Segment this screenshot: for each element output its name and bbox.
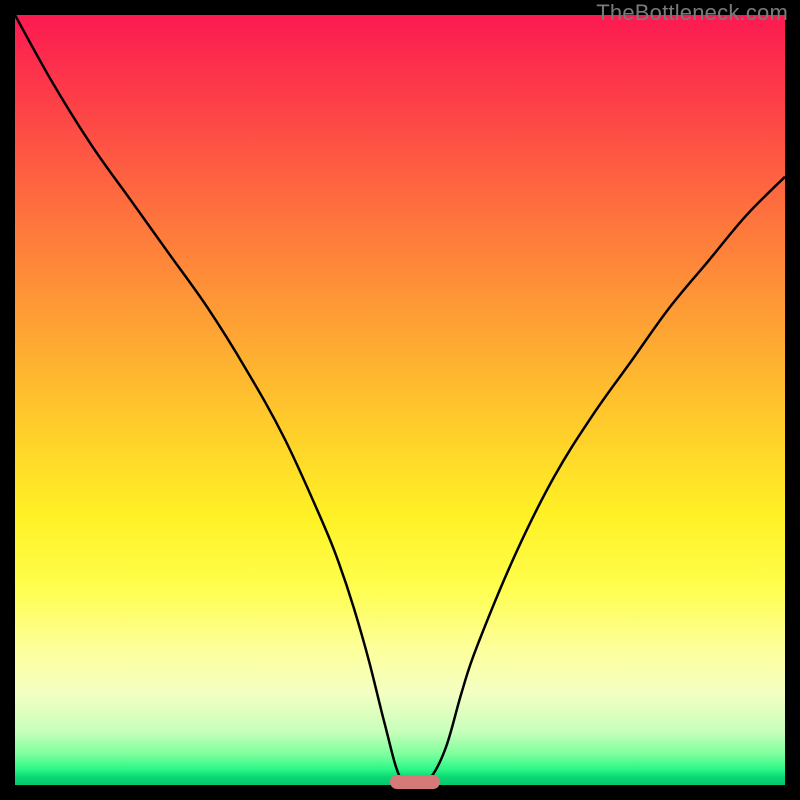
- bottleneck-curve: [15, 15, 785, 785]
- watermark-text: TheBottleneck.com: [596, 0, 788, 26]
- minimum-marker: [390, 775, 440, 789]
- chart-frame: TheBottleneck.com: [0, 0, 800, 800]
